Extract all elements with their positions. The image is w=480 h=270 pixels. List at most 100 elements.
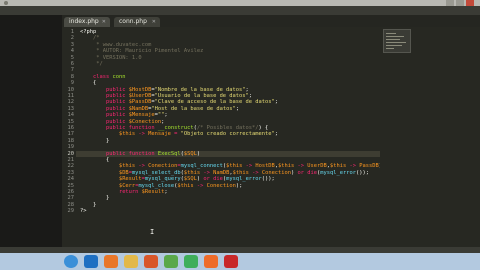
- code-token: "Objeto creado correctamente": [180, 131, 275, 138]
- code-token: public: [80, 105, 129, 112]
- code-token: /*: [80, 35, 100, 42]
- code-token: ;: [164, 112, 168, 119]
- code-token: $this: [330, 163, 350, 170]
- code-token: mysql_query: [144, 176, 181, 183]
- code-token: public: [80, 86, 129, 93]
- code-token: Conection: [206, 182, 236, 189]
- code-token: $SQL: [183, 150, 197, 157]
- sidebar: [0, 15, 62, 247]
- code-token: ;: [274, 131, 279, 138]
- code-token: $this: [183, 169, 204, 176]
- code-token: * www.duvatec.com: [80, 41, 152, 48]
- code-token: ->: [252, 169, 262, 176]
- media-player-icon[interactable]: [144, 255, 158, 268]
- code-token: mysql_connect: [180, 163, 223, 170]
- code-token: $HostDB: [128, 86, 152, 93]
- code-token: UserDB: [307, 163, 327, 170]
- firefox-icon[interactable]: [104, 255, 118, 268]
- code-token: }: [80, 195, 110, 202]
- code-token: ;: [235, 105, 240, 112]
- tab-index[interactable]: index.php ✕: [64, 17, 110, 27]
- code-token: public: [80, 118, 129, 125]
- menu-bar[interactable]: [0, 6, 480, 15]
- code-token: ->: [297, 163, 308, 170]
- code-token: );: [235, 182, 243, 189]
- code-token: $DB: [80, 169, 129, 176]
- code-line[interactable]: $this -> Mensaje = "Objeto creado correc…: [80, 131, 278, 137]
- code-token: $Cerr: [80, 182, 136, 189]
- code-token: {: [80, 80, 97, 87]
- windows-start-icon[interactable]: [64, 255, 78, 268]
- code-token: * AUTOR: Mauricio Pimentel Avilez: [80, 48, 204, 55]
- code-token: mysql_close: [138, 182, 175, 189]
- tab-label: index.php: [69, 18, 99, 25]
- code-token: ExecSql: [157, 150, 181, 157]
- code-token: ;: [274, 99, 278, 106]
- ie-icon[interactable]: [84, 255, 98, 268]
- code-token: "Clave de acceso de la base de datos": [154, 99, 275, 106]
- code-token: {: [80, 157, 110, 163]
- code-token: mysql_select_db: [131, 169, 181, 176]
- code-token: $this: [80, 131, 139, 138]
- code-token: $Conection: [128, 118, 162, 125]
- code-line[interactable]: */: [80, 61, 103, 67]
- close-tab-icon[interactable]: ✕: [102, 17, 106, 27]
- code-token: NamDB: [213, 169, 230, 176]
- code-token: ->: [196, 182, 207, 189]
- code-token: $PassDB: [128, 99, 152, 106]
- code-token: <?php: [80, 29, 97, 35]
- code-token: HostDB: [255, 163, 275, 170]
- taskbar: [0, 253, 480, 270]
- code-token: $UserDB: [128, 93, 152, 99]
- code-token: conn: [112, 73, 126, 80]
- code-token: $this: [226, 163, 246, 170]
- line-number: 29: [67, 208, 75, 215]
- folder-icon[interactable]: [124, 255, 138, 268]
- code-token: }: [80, 201, 97, 208]
- code-token: public: [80, 99, 129, 106]
- code-line[interactable]: ?>: [80, 208, 87, 214]
- sublime-icon[interactable]: [204, 255, 218, 268]
- code-token: $this: [80, 163, 139, 170]
- window-icon: [4, 1, 8, 5]
- code-token: * VERSION: 1.0: [80, 54, 142, 61]
- code-token: mysql_error: [320, 169, 356, 176]
- code-token: ): [196, 150, 201, 157]
- chrome-icon[interactable]: [164, 255, 178, 268]
- code-token: return: [80, 189, 142, 195]
- code-token: ;: [164, 189, 168, 195]
- code-token: public: [80, 112, 129, 119]
- code-token: */: [80, 61, 103, 67]
- code-token: ->: [203, 169, 214, 176]
- minimap[interactable]: [383, 29, 411, 53]
- code-token: "Usuario de la base de datos": [154, 93, 249, 99]
- mouse-cursor-icon: I: [150, 228, 155, 236]
- tab-label: conn.php: [119, 18, 147, 25]
- code-token: or die: [297, 169, 318, 176]
- camtasia-icon[interactable]: [184, 255, 198, 268]
- code-line[interactable]: }: [80, 138, 109, 144]
- code-token: ->: [245, 163, 256, 170]
- code-token: PassDB: [359, 163, 379, 170]
- tab-conn[interactable]: conn.php ✕: [114, 17, 160, 27]
- code-token: ->: [138, 163, 149, 170]
- code-token: $Result: [141, 189, 165, 195]
- code-token: ?>: [80, 208, 87, 215]
- code-token: class: [80, 73, 113, 80]
- code-token: $this: [177, 182, 197, 189]
- code-token: $Result: [80, 176, 142, 183]
- code-token: $this: [232, 169, 253, 176]
- code-token: Mensaje: [148, 131, 175, 138]
- code-token: $Mensaje: [128, 112, 155, 119]
- close-tab-icon[interactable]: ✕: [152, 17, 156, 27]
- code-token: public: [80, 93, 129, 99]
- code-token: ->: [138, 131, 149, 138]
- line-number-gutter: 1 2 3 4 5 6 7 8 9 10 11 12 13 14 15 16 17 18 19 20 21 22 23 24 2…: [62, 27, 76, 247]
- code-token: public function: [80, 125, 158, 131]
- opera-icon[interactable]: [224, 255, 238, 268]
- code-token: or die: [203, 176, 223, 183]
- code-editor[interactable]: <?php /* * www.duvatec.com * AUTOR: Maur…: [76, 27, 380, 247]
- code-token: }: [80, 137, 110, 144]
- code-token: "Nombre de la base de datos": [154, 86, 246, 93]
- code-token: mysql_error: [226, 176, 262, 183]
